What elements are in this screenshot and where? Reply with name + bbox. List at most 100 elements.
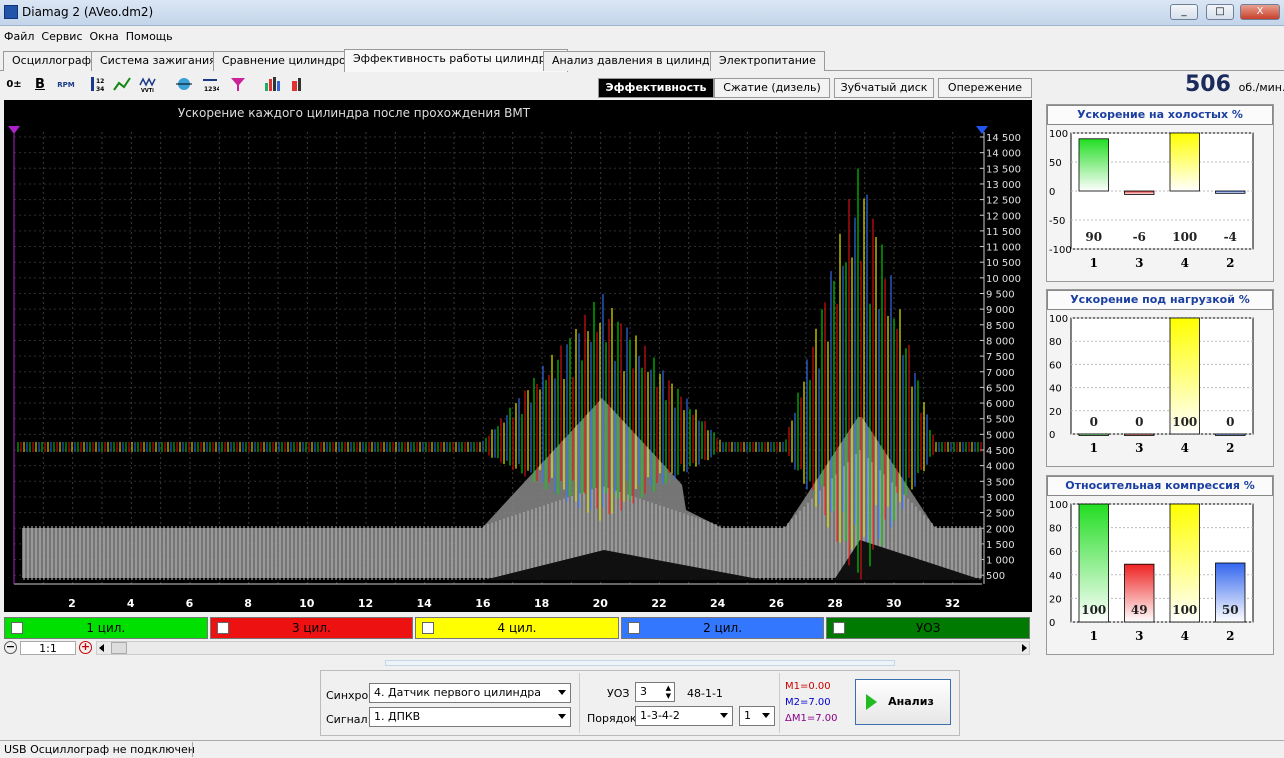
analysis-controls: Синхро: 4. Датчик первого цилиндра Сигна… [320,670,960,736]
scroll-right-icon[interactable] [1022,644,1027,652]
checkbox-icon[interactable] [627,622,640,634]
cylinder-label: 3 [1135,256,1143,270]
cylinder-label: 4 [1181,441,1189,455]
y-tick-label: 80 [1049,524,1062,535]
x-tick-label: 14 [417,597,433,610]
filter-icon[interactable] [228,75,248,95]
minimize-button[interactable]: _ [1170,4,1198,20]
x-tick-label: 28 [827,597,842,610]
x-tick-label: 4 [127,597,135,610]
bar-cyl-2 [1215,433,1246,436]
y-tick-label: 5 500 [986,415,1015,426]
compression-panel: Относительная компрессия % 100 80 60 40 20 0 1… [1046,475,1274,655]
marker-delta: ΔM1=7.00 [785,713,838,724]
y-tick-label: 13 500 [986,164,1021,175]
scroll-thumb[interactable] [111,642,127,654]
gear-type: 48-1-1 [687,687,723,700]
cylinder-legend: 1 цил. 3 цил. 4 цил. 2 цил. УОЗ [4,617,1032,639]
subtab-efficiency[interactable]: Эффективность [598,78,714,98]
menu-file[interactable]: Файл [0,28,37,43]
idle-acceleration-panel: Ускорение на холостых % 100 50 0 -50 -100 90 1… [1046,104,1274,282]
y-tick-label: -50 [1049,216,1065,227]
panel-title: Ускорение на холостых % [1047,105,1273,125]
analyze-button[interactable]: Анализ [855,679,951,725]
idle-acceleration-chart: 100 50 0 -50 -100 90 1 -6 3 100 4 -4 2 [1049,129,1254,270]
rpm-icon[interactable]: RPM [56,75,76,95]
bar-value-label: 100 [1172,230,1197,244]
tab-oscilloscope[interactable]: Осциллограф [3,51,101,71]
bold-icon[interactable]: B [30,75,50,95]
checkbox-icon[interactable] [11,622,23,634]
sync-select[interactable]: 4. Датчик первого цилиндра [369,683,571,703]
uoz-spinner[interactable]: 3 ▲ ▼ [635,682,675,702]
sync-icon[interactable] [174,75,194,95]
marker-m1-icon[interactable] [8,126,20,134]
x-tick-label: 18 [534,597,549,610]
close-button[interactable]: X [1240,4,1280,20]
vvti-icon[interactable]: VVTi [138,75,158,95]
marker-m2: M2=7.00 [785,697,831,708]
signal-select[interactable]: 1. ДПКВ [369,707,571,727]
subtab-compression[interactable]: Сжатие (дизель) [714,78,830,98]
y-tick-label: 500 [986,571,1005,582]
divider [779,673,780,733]
checkbox-icon[interactable] [216,622,229,634]
pressure-band [22,398,982,578]
spin-arrows-icon[interactable]: ▲ ▼ [666,684,671,700]
y-tick-label: 9 500 [986,290,1015,301]
horizontal-scrollbar[interactable] [96,641,1030,655]
acceleration-plot[interactable]: Ускорение каждого цилиндра после прохожд… [4,100,1032,612]
cylinder-order-icon[interactable]: 1234 [200,75,221,95]
table-icon[interactable] [288,75,308,95]
legend-cylinder-2[interactable]: 3 цил. [209,617,414,639]
offset-icon[interactable]: 0± [4,75,24,95]
tab-cylinder-compare[interactable]: Сравнение цилиндров [213,51,362,71]
y-tick-label: 20 [1049,407,1062,418]
bar-value-label: 0 [1090,415,1098,429]
y-tick-label: 12 500 [986,196,1021,207]
tab-ignition[interactable]: Система зажигания [91,51,225,71]
bar-value-label: 90 [1085,230,1102,244]
analyze-label: Анализ [888,695,934,708]
legend-cylinder-3[interactable]: 4 цил. [415,617,619,639]
bar-value-label: 100 [1172,415,1197,429]
splitter[interactable] [385,660,895,666]
checkbox-icon[interactable] [422,622,435,634]
app-icon [4,5,18,19]
scroll-left-icon[interactable] [99,644,104,652]
bar-cyl-2 [1215,190,1246,194]
zoom-out-button[interactable]: − [4,641,17,654]
play-icon [866,694,877,710]
status-bar: USB Осциллограф не подключен [0,740,1284,758]
bar-cyl-3 [1124,190,1155,195]
tab-cylinder-efficiency[interactable]: Эффективность работы цилиндров [344,49,568,72]
legend-cylinder-5[interactable]: УОЗ [826,617,1030,639]
uoz-value: 3 [640,685,647,698]
maximize-button[interactable]: □ [1206,4,1234,20]
cylinder-label: 3 [1135,441,1143,455]
menu-windows[interactable]: Окна [86,28,122,43]
checkbox-icon[interactable] [833,622,846,634]
cylinder-label: 2 [1226,441,1234,455]
y-tick-label: 100 [1049,500,1068,511]
sort-icon[interactable]: 12 34 [88,75,108,95]
window-title: Diamag 2 (AVeo.dm2) [22,5,154,19]
subtab-advance[interactable]: Опережение [938,78,1032,98]
legend-cylinder-1[interactable]: 1 цил. [4,617,208,639]
tab-pressure-analysis[interactable]: Анализ давления в цилиндре [543,51,733,71]
menu-help[interactable]: Помощь [122,28,176,43]
main-tabs: Осциллограф Система зажигания Сравнение … [0,49,1284,72]
chevron-down-icon [558,690,566,695]
menu-service[interactable]: Сервис [37,28,85,43]
y-tick-label: 3 500 [986,477,1015,488]
legend-cylinder-4[interactable]: 2 цил. [620,617,825,639]
svg-text:VVTi: VVTi [141,88,154,93]
subtab-gear-disk[interactable]: Зубчатый диск [834,78,934,98]
tab-power[interactable]: Электропитание [710,51,825,71]
order-number-select[interactable]: 1 [739,706,775,726]
y-tick-label: 60 [1049,360,1062,371]
line-chart-icon[interactable] [112,75,132,95]
bars-icon[interactable] [262,75,282,95]
order-select[interactable]: 1-3-4-2 [635,706,733,726]
zoom-in-button[interactable]: + [79,641,92,654]
